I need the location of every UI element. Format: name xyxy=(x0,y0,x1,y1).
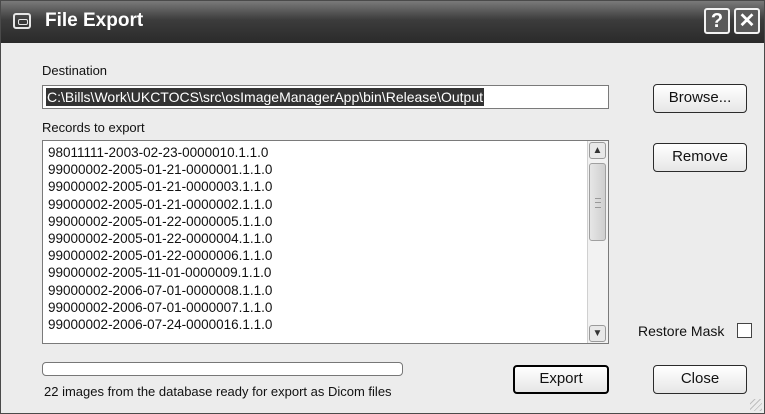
record-item[interactable]: 99000002-2005-01-22-0000005.1.1.0 xyxy=(43,213,586,230)
record-item[interactable]: 99000002-2005-01-21-0000002.1.1.0 xyxy=(43,196,586,213)
scroll-up-button[interactable]: ▲ xyxy=(589,142,606,159)
record-item[interactable]: 98011111-2003-02-23-0000010.1.1.0 xyxy=(43,144,586,161)
app-icon xyxy=(13,13,31,29)
record-item[interactable]: 99000002-2005-01-21-0000001.1.1.0 xyxy=(43,161,586,178)
export-progress-bar xyxy=(42,362,403,376)
record-item[interactable]: 99000002-2006-07-24-0000016.1.1.0 xyxy=(43,316,586,333)
record-item[interactable]: 99000002-2005-11-01-0000009.1.1.0 xyxy=(43,264,586,281)
help-button[interactable]: ? xyxy=(704,8,730,34)
record-items: 98011111-2003-02-23-0000010.1.1.0 9900000… xyxy=(43,144,586,343)
record-item[interactable]: 99000002-2006-07-01-0000008.1.1.0 xyxy=(43,282,586,299)
export-button[interactable]: Export xyxy=(513,365,609,394)
records-label: Records to export xyxy=(42,120,145,135)
window-title: File Export xyxy=(45,10,144,31)
record-item[interactable]: 99000002-2005-01-21-0000003.1.1.0 xyxy=(43,178,586,195)
remove-button[interactable]: Remove xyxy=(653,143,747,172)
record-item[interactable]: 99000002-2005-01-22-0000006.1.1.0 xyxy=(43,247,586,264)
resize-grip-icon[interactable] xyxy=(750,399,762,411)
destination-field[interactable]: C:\Bills\Work\UKCTOCS\src\osImageManager… xyxy=(42,85,609,109)
scroll-down-button[interactable]: ▼ xyxy=(589,325,606,342)
destination-path: C:\Bills\Work\UKCTOCS\src\osImageManager… xyxy=(46,88,484,106)
records-scrollbar[interactable]: ▲ ▼ xyxy=(587,141,608,343)
records-list[interactable]: 98011111-2003-02-23-0000010.1.1.0 9900000… xyxy=(42,140,609,344)
scroll-thumb[interactable] xyxy=(589,163,606,241)
restore-mask-label: Restore Mask xyxy=(638,323,725,339)
title-bar[interactable]: File Export ? ✕ xyxy=(1,1,764,43)
record-item[interactable]: 99000002-2005-01-22-0000004.1.1.0 xyxy=(43,230,586,247)
close-button[interactable]: Close xyxy=(653,365,747,394)
status-text: 22 images from the database ready for ex… xyxy=(44,384,392,399)
browse-button[interactable]: Browse... xyxy=(653,84,747,113)
restore-mask-checkbox[interactable] xyxy=(737,323,752,338)
file-export-dialog: File Export ? ✕ Destination C:\Bills\Wor… xyxy=(0,0,765,414)
record-item[interactable]: 99000002-2006-07-01-0000007.1.1.0 xyxy=(43,299,586,316)
destination-label: Destination xyxy=(42,63,108,78)
close-window-button[interactable]: ✕ xyxy=(734,8,760,34)
grip-icon xyxy=(595,198,601,208)
